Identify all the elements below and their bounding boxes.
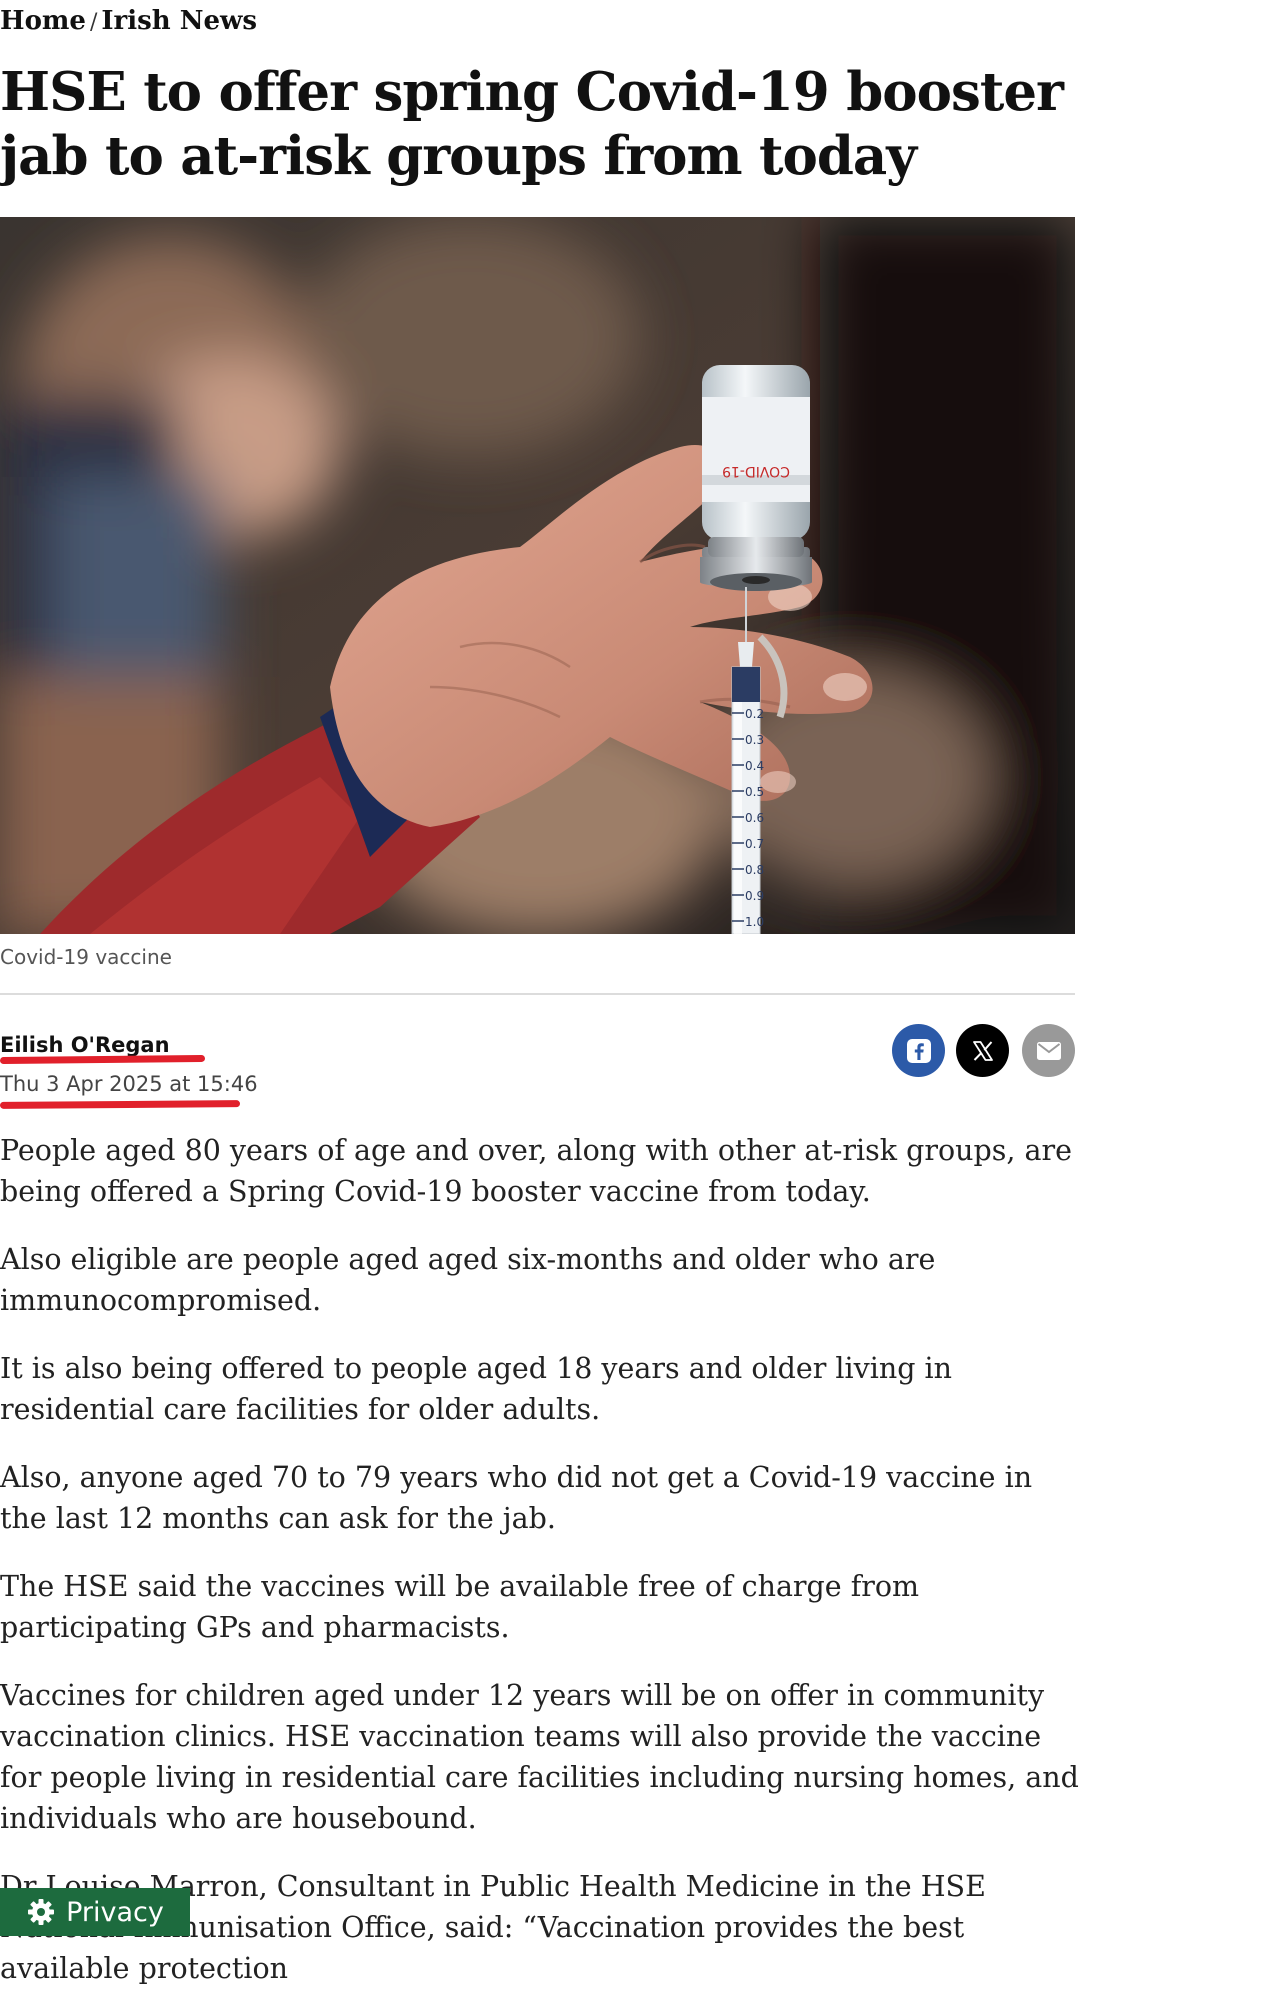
author-link[interactable]: Eilish O'Regan: [0, 1033, 170, 1057]
syringe-tick-label: 0.9: [745, 889, 764, 903]
syringe-tick-label: 0.5: [745, 785, 764, 799]
article-paragraph: Also eligible are people aged aged six-m…: [0, 1243, 936, 1317]
article-paragraph: It is also being offered to people aged …: [0, 1352, 952, 1426]
x-icon: [972, 1040, 993, 1061]
share-email-button[interactable]: [1022, 1024, 1075, 1077]
published-timestamp: Thu 3 Apr 2025 at 15:46: [0, 1072, 258, 1096]
article-paragraph: People aged 80 years of age and over, al…: [0, 1134, 1072, 1208]
hero-image: COVID-19 0.2 0.3 0.4 0.5 0.6 0.7 0.8 0.9 1.0: [0, 217, 1075, 934]
article-paragraph: Also, anyone aged 70 to 79 years who did…: [0, 1461, 1033, 1535]
vial-label: COVID-19: [722, 463, 790, 479]
syringe-tick-label: 1.0: [745, 915, 764, 929]
facebook-icon: [906, 1038, 931, 1063]
breadcrumb-home-link[interactable]: Home: [0, 6, 86, 36]
syringe-tick-label: 0.4: [745, 759, 764, 773]
red-underline-annotation: [0, 1100, 241, 1109]
mail-icon: [1036, 1041, 1061, 1060]
image-caption: Covid-19 vaccine: [0, 945, 172, 969]
gear-icon: [28, 1899, 55, 1925]
share-facebook-button[interactable]: [892, 1024, 945, 1077]
privacy-settings-button[interactable]: Privacy: [0, 1888, 190, 1936]
syringe-tick-label: 0.3: [745, 733, 764, 747]
breadcrumb-separator: /: [89, 10, 98, 35]
syringe-tick-label: 0.6: [745, 811, 764, 825]
privacy-label: Privacy: [66, 1896, 164, 1928]
syringe-tick-label: 0.7: [745, 837, 764, 851]
article-paragraph: Vaccines for children aged under 12 year…: [0, 1679, 1079, 1835]
red-underline-annotation: [0, 1054, 206, 1065]
syringe-tick-label: 0.2: [745, 707, 764, 721]
breadcrumb: Home / Irish News: [0, 6, 257, 36]
article-headline: HSE to offer spring Covid-19 booster jab…: [0, 61, 1064, 187]
syringe-tick-label: 0.8: [745, 863, 764, 877]
vaccine-photo: COVID-19 0.2 0.3 0.4 0.5 0.6 0.7 0.8 0.9 1.0: [0, 217, 1075, 934]
share-x-button[interactable]: [956, 1024, 1009, 1077]
article-paragraph: The HSE said the vaccines will be availa…: [0, 1570, 920, 1644]
breadcrumb-section-link[interactable]: Irish News: [101, 6, 257, 36]
article-body: People aged 80 years of age and over, al…: [0, 1130, 1080, 2016]
divider: [0, 993, 1075, 995]
